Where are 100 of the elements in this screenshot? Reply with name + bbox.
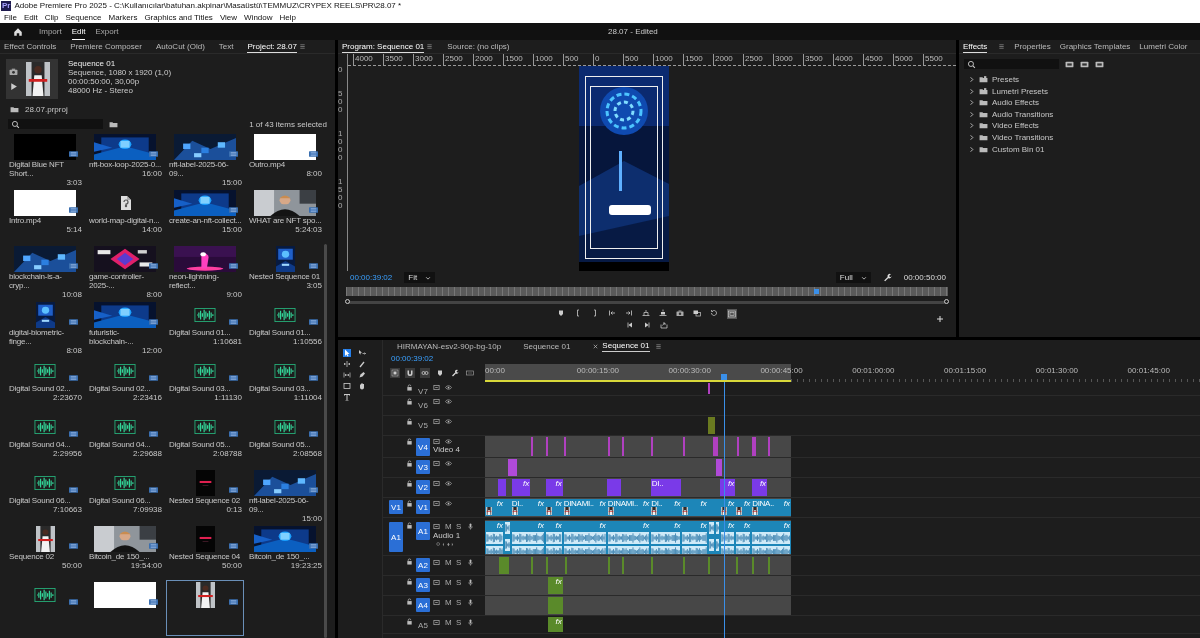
timeline-clip[interactable] bbox=[707, 417, 716, 434]
lock-icon[interactable] bbox=[406, 384, 413, 391]
project-item[interactable]: game-controller-2025-... 8:00 bbox=[86, 244, 164, 300]
tree-item[interactable]: Audio Effects bbox=[992, 98, 1039, 108]
search-field[interactable] bbox=[8, 119, 103, 129]
menu-item[interactable]: Edit bbox=[23, 12, 38, 22]
workspace-tab[interactable]: Import bbox=[39, 24, 62, 39]
step-back-icon[interactable] bbox=[626, 321, 634, 329]
sync-lock-icon[interactable] bbox=[433, 418, 440, 425]
timeline-clip[interactable] bbox=[622, 557, 625, 574]
source-patch[interactable]: A1 bbox=[389, 522, 403, 552]
sync-lock-icon[interactable] bbox=[433, 619, 440, 626]
workspace-tab[interactable]: Edit bbox=[71, 23, 86, 40]
new-bin-icon[interactable] bbox=[109, 119, 118, 129]
sync-lock-icon[interactable] bbox=[433, 559, 440, 566]
project-item[interactable]: Intro.mp4 5:14 bbox=[6, 188, 84, 244]
ripple-tool-icon[interactable] bbox=[343, 360, 351, 368]
project-item[interactable]: Digital Sound 06... 7:10663 bbox=[6, 468, 84, 524]
lock-icon[interactable] bbox=[406, 558, 413, 565]
menu-item[interactable]: Graphics and Titles bbox=[144, 12, 213, 22]
sync-lock-icon[interactable] bbox=[433, 599, 440, 606]
playhead-timecode[interactable]: 00:00:39:02 bbox=[350, 273, 393, 282]
timeline-clip[interactable]: DINA.. fx bbox=[751, 499, 791, 516]
timeline-clip[interactable] bbox=[530, 557, 534, 574]
menu-item[interactable]: View bbox=[219, 12, 238, 22]
add-button-icon[interactable] bbox=[936, 315, 944, 323]
timeline-clip[interactable]: fx bbox=[485, 499, 504, 516]
panel-menu-icon[interactable] bbox=[998, 43, 1006, 50]
camera-icon[interactable] bbox=[9, 67, 18, 76]
lock-icon[interactable] bbox=[406, 578, 413, 585]
tree-item[interactable]: Audio Transitions bbox=[992, 109, 1054, 119]
snap-icon[interactable] bbox=[405, 368, 415, 378]
rectangle-tool-icon[interactable] bbox=[343, 382, 351, 390]
eye-icon[interactable] bbox=[445, 500, 452, 507]
resolution-dropdown[interactable]: Full bbox=[835, 272, 871, 283]
timeline-clip[interactable] bbox=[508, 459, 517, 476]
menu-item[interactable]: Markers bbox=[108, 12, 138, 22]
tree-item[interactable]: Lumetri Presets bbox=[992, 86, 1049, 96]
track-target[interactable]: A4 bbox=[416, 598, 430, 612]
timeline-clip[interactable] bbox=[735, 557, 739, 574]
project-item[interactable]: Digital Sound 03... 1:11004 bbox=[246, 356, 324, 412]
sync-lock-icon[interactable] bbox=[433, 460, 440, 467]
track-target[interactable]: V2 bbox=[416, 480, 430, 494]
panel-tab[interactable]: Program: Sequence 01 bbox=[342, 40, 425, 53]
track-target[interactable]: A5 bbox=[416, 618, 430, 632]
project-item[interactable]: Digital Sound 06... 7:09938 bbox=[86, 468, 164, 524]
project-item[interactable]: nft-label-2025-06-09... 15:00 bbox=[246, 468, 324, 524]
linked-selection-icon[interactable] bbox=[420, 368, 430, 378]
project-item[interactable]: Nested Sequence 04 50:00 bbox=[166, 524, 244, 580]
razor-tool-icon[interactable] bbox=[358, 360, 366, 368]
filter-icon[interactable] bbox=[1080, 59, 1089, 69]
lock-icon[interactable] bbox=[406, 618, 413, 625]
timeline-clip[interactable]: fx bbox=[545, 479, 563, 496]
lock-icon[interactable] bbox=[406, 438, 413, 445]
sync-lock-icon[interactable] bbox=[433, 523, 440, 530]
panel-menu-icon[interactable] bbox=[654, 342, 662, 350]
play-icon[interactable] bbox=[9, 82, 18, 91]
lock-icon[interactable] bbox=[406, 522, 413, 529]
solo-button[interactable]: S bbox=[456, 558, 462, 567]
pen-tool-icon[interactable] bbox=[358, 371, 366, 379]
sync-lock-icon[interactable] bbox=[433, 500, 440, 507]
project-item[interactable]: nft-box-loop-2025-0... 16:00 bbox=[86, 132, 164, 188]
insert-icon[interactable] bbox=[642, 309, 650, 317]
panel-menu-icon[interactable] bbox=[298, 43, 306, 50]
timeline-clip[interactable]: DINAMI.. fx bbox=[606, 499, 651, 516]
safe-margins-icon[interactable] bbox=[727, 309, 737, 319]
timeline-clip[interactable]: DI.. fx bbox=[510, 499, 545, 516]
track-target[interactable]: V6 bbox=[416, 398, 430, 412]
project-item[interactable]: Digital Sound 02... 2:23670 bbox=[6, 356, 84, 412]
filter-icon[interactable] bbox=[1095, 59, 1104, 69]
timeline-clip[interactable]: fx bbox=[735, 521, 752, 554]
menu-item[interactable]: Window bbox=[244, 12, 273, 22]
track-target[interactable]: V3 bbox=[416, 460, 430, 474]
mark-out-icon[interactable] bbox=[591, 309, 599, 317]
timeline-clip[interactable]: fx bbox=[681, 499, 708, 516]
track-target[interactable]: V7 bbox=[416, 384, 430, 395]
nest-icon[interactable] bbox=[390, 368, 400, 378]
timeline-clip[interactable] bbox=[708, 383, 711, 394]
timeline-clip[interactable] bbox=[546, 437, 549, 456]
project-item[interactable]: Bitcoin_de 150_... 19:23:25 bbox=[246, 524, 324, 580]
timeline-clip[interactable] bbox=[622, 437, 625, 456]
timeline-clip[interactable]: fx bbox=[510, 521, 545, 554]
track-target[interactable]: V4 bbox=[416, 438, 430, 456]
timeline-clip[interactable] bbox=[751, 557, 754, 574]
add-marker-icon[interactable] bbox=[557, 309, 565, 317]
panel-tab[interactable]: Effects bbox=[963, 40, 988, 53]
export-icon[interactable] bbox=[660, 321, 668, 329]
tree-item[interactable]: Presets bbox=[992, 75, 1020, 84]
settings-icon[interactable] bbox=[882, 273, 892, 282]
scrollbar[interactable] bbox=[324, 244, 327, 638]
add-marker-icon[interactable] bbox=[435, 368, 445, 378]
zoom-dropdown[interactable]: Fit bbox=[404, 272, 436, 283]
project-item[interactable]: Digital Sound 04... 2:29688 bbox=[86, 412, 164, 468]
mute-button[interactable]: M bbox=[445, 578, 451, 587]
timeline-clip[interactable] bbox=[682, 557, 685, 574]
sync-lock-icon[interactable] bbox=[433, 384, 440, 391]
project-item[interactable]: blockchain-is-a-cryp... 10:08 bbox=[6, 244, 84, 300]
project-item[interactable]: Digital Sound 01... 1:10681 bbox=[166, 300, 244, 356]
panel-tab[interactable]: Source: (no clips) bbox=[447, 41, 510, 52]
close-icon[interactable] bbox=[592, 342, 600, 350]
